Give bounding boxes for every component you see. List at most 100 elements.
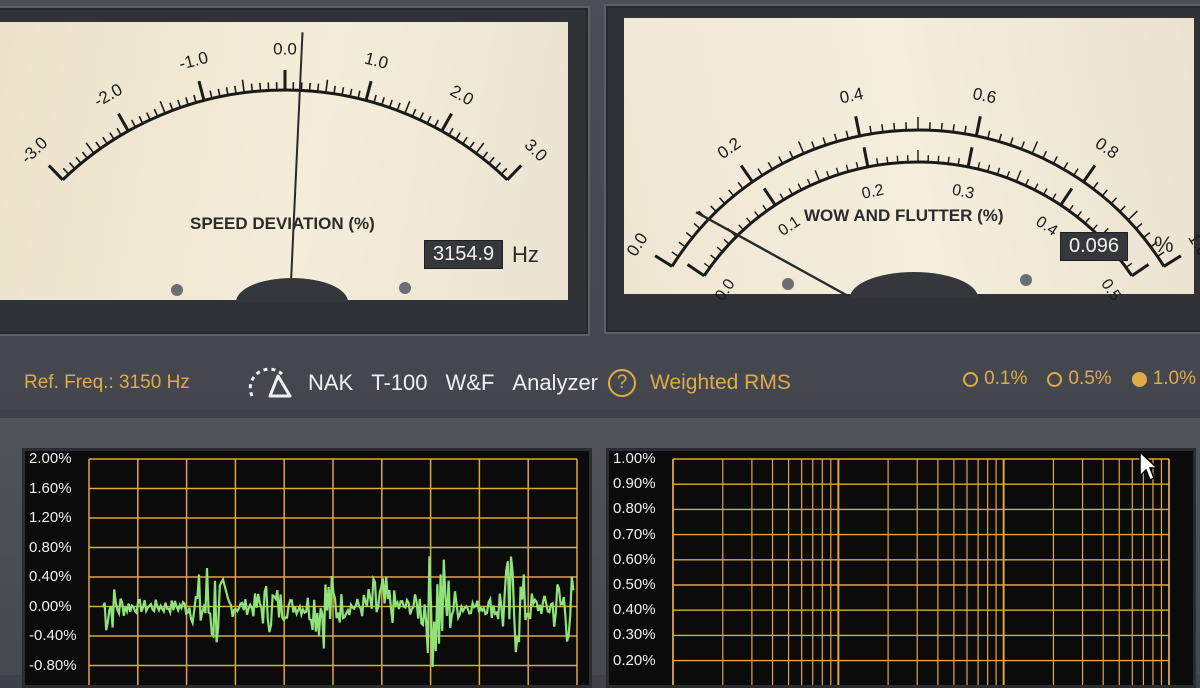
wow-outer-major-tick — [741, 165, 752, 181]
wow-outer-minor-tick — [1064, 162, 1068, 169]
wow-flutter-scale: 0.0 0.2 0.4 0.6 0.8 1.0 0.0 0.1 0.2 0.3 0.4 0.5 — [0, 0, 1200, 340]
wow-outer-minor-tick — [1143, 233, 1149, 238]
wow-inner-minor-tick — [897, 156, 898, 163]
wow-outer-major-tick — [655, 256, 672, 267]
wow-inner-major-tick — [1132, 265, 1149, 276]
wow-inner-minor-tick — [1085, 218, 1090, 223]
wow-inner-major-tick — [688, 265, 705, 276]
wow-inner-minor-tick — [704, 263, 710, 267]
wow-inner-minor-tick — [1016, 170, 1021, 181]
wow-inner-minor-tick — [1052, 194, 1056, 200]
wow-outer-minor-tick — [1111, 198, 1116, 204]
wow-outer-minor-tick — [941, 123, 942, 131]
wow-inner-tick-label: 0.1 — [775, 213, 803, 240]
wow-inner-major-tick — [864, 147, 868, 167]
range-label: 0.5% — [1068, 368, 1111, 390]
wow-outer-major-tick — [856, 116, 860, 136]
range-label: 1.0% — [1153, 368, 1196, 390]
wow-outer-tick-label: 0.0 — [623, 230, 652, 260]
wow-outer-tick-label: 0.6 — [971, 84, 998, 107]
wow-outer-minor-tick — [1120, 206, 1126, 212]
wow-inner-minor-tick — [1077, 211, 1081, 217]
spectrum-graph: 1.00%0.90%0.80%0.70%0.60%0.50%0.40%0.30%… — [606, 448, 1196, 688]
wow-inner-minor-tick — [717, 247, 722, 252]
wow-outer-minor-tick — [686, 233, 692, 238]
title-word-wf: W&F — [446, 370, 495, 396]
mouse-pointer-icon — [1138, 450, 1158, 482]
wow-outer-minor-tick — [768, 162, 772, 169]
info-bar: Ref. Freq.: 3150 Hz NAK T-100 W&F Analyz… — [0, 352, 1200, 408]
wow-flutter-title: WOW AND FLUTTER (%) — [804, 206, 1004, 226]
wow-inner-minor-tick — [938, 156, 939, 163]
wow-outer-minor-tick — [1032, 142, 1037, 154]
radio-icon — [963, 372, 978, 387]
wow-outer-minor-tick — [672, 252, 679, 257]
wow-inner-tick-label: 0.5 — [1097, 276, 1124, 304]
range-option-0-1[interactable]: 0.1% — [963, 368, 1027, 390]
wow-flutter-readout: 0.096 — [1060, 232, 1128, 261]
range-label: 0.1% — [984, 368, 1027, 390]
wow-outer-minor-tick — [894, 123, 895, 131]
wow-outer-minor-tick — [1074, 169, 1078, 176]
wow-outer-minor-tick — [953, 124, 954, 132]
reference-frequency: Ref. Freq.: 3150 Hz — [24, 372, 190, 394]
spectrum-graph-plot — [609, 451, 1193, 685]
wow-inner-minor-tick — [1093, 225, 1098, 230]
wow-inner-minor-tick — [711, 255, 716, 259]
wow-inner-minor-tick — [1035, 184, 1038, 190]
wow-outer-minor-tick — [1136, 223, 1142, 228]
app-title: NAK T-100 W&F Analyzer ? Weighted RMS — [248, 366, 791, 400]
wow-outer-minor-tick — [1053, 156, 1057, 163]
radio-selected-icon — [1132, 372, 1147, 387]
title-word-model: T-100 — [371, 370, 427, 396]
wow-inner-minor-tick — [763, 205, 767, 211]
wow-outer-minor-tick — [679, 242, 685, 247]
wow-outer-minor-tick — [720, 198, 725, 204]
wow-inner-minor-tick — [798, 184, 801, 190]
wow-outer-minor-tick — [1093, 182, 1098, 188]
range-option-0-5[interactable]: 0.5% — [1047, 368, 1111, 390]
wow-outer-minor-tick — [779, 156, 783, 163]
help-circle-icon[interactable]: ? — [608, 369, 636, 397]
wow-outer-minor-tick — [694, 223, 700, 228]
wow-inner-major-tick — [1061, 188, 1072, 205]
wow-outer-minor-tick — [1128, 211, 1137, 220]
wow-outer-minor-tick — [1102, 190, 1107, 196]
title-word-nak: NAK — [308, 370, 353, 396]
wow-inner-minor-tick — [780, 194, 784, 200]
title-word-analyzer: Analyzer — [512, 370, 598, 396]
wow-inner-minor-tick — [789, 188, 792, 194]
radio-icon — [1047, 372, 1062, 387]
wow-inner-tick-label: 0.2 — [860, 182, 885, 203]
wow-outer-major-tick — [1084, 165, 1095, 181]
wow-inner-major-tick — [764, 188, 775, 205]
time-domain-graph: 2.00%1.60%1.20%0.80%0.40%0.00%-0.40%-0.8… — [22, 448, 592, 688]
wow-inner-tick-label: 0.4 — [1033, 213, 1061, 240]
range-option-1-0[interactable]: 1.0% — [1132, 368, 1196, 390]
wow-inner-tick-label: 0.3 — [951, 182, 976, 203]
wow-inner-minor-tick — [815, 170, 820, 181]
wow-flutter-unit: % — [1154, 232, 1174, 258]
wow-outer-minor-tick — [738, 182, 743, 188]
wow-inner-minor-tick — [1069, 205, 1073, 211]
speedometer-arc-icon — [248, 366, 294, 400]
wow-outer-minor-tick — [799, 142, 804, 154]
wow-flutter-trace — [103, 556, 573, 667]
wow-outer-major-tick — [976, 116, 980, 136]
wow-inner-tick-label: 0.0 — [712, 276, 739, 304]
wow-outer-minor-tick — [1043, 151, 1046, 158]
wow-inner-minor-tick — [948, 157, 949, 164]
wow-inner-minor-tick — [724, 239, 729, 244]
wow-outer-tick-label: 0.2 — [714, 134, 744, 163]
wow-outer-tick-label: 0.4 — [838, 84, 865, 107]
time-graph-plot — [25, 451, 589, 685]
wow-outer-tick-label: 1.0 — [1184, 230, 1200, 260]
wow-outer-minor-tick — [790, 151, 793, 158]
weighting-mode[interactable]: Weighted RMS — [650, 371, 791, 395]
wow-inner-minor-tick — [739, 225, 744, 230]
range-selector: 0.1% 0.5% 1.0% — [963, 368, 1196, 390]
wow-outer-tick-label: 0.8 — [1092, 134, 1122, 163]
wow-inner-major-tick — [968, 147, 972, 167]
wow-outer-minor-tick — [711, 206, 717, 212]
wow-inner-minor-tick — [1126, 263, 1132, 267]
